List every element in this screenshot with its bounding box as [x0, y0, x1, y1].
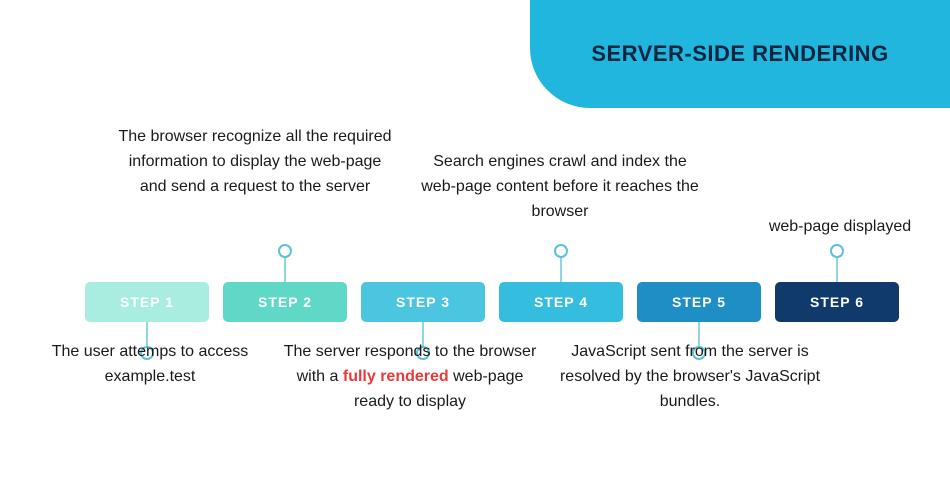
page-title: SERVER-SIDE RENDERING: [591, 41, 888, 67]
annotation-step-1: The user attemps to access example.test: [50, 340, 250, 390]
step-1-label: STEP 1: [120, 294, 174, 310]
annotation-step-4: Search engines crawl and index the web-p…: [420, 150, 700, 224]
step-4: STEP 4: [499, 282, 623, 322]
connector-icon: [284, 250, 286, 282]
step-1: STEP 1: [85, 282, 209, 322]
step-2: STEP 2: [223, 282, 347, 322]
step-6: STEP 6: [775, 282, 899, 322]
annotation-step-2: The browser recognize all the required i…: [115, 125, 395, 199]
annotation-step-6: web-page displayed: [720, 215, 950, 240]
step-5-label: STEP 5: [672, 294, 726, 310]
step-6-label: STEP 6: [810, 294, 864, 310]
step-5: STEP 5: [637, 282, 761, 322]
annotation-step-5: JavaScript sent from the server is resol…: [555, 340, 825, 414]
timeline: STEP 1 STEP 2 STEP 3 STEP 4 STEP 5 STEP …: [85, 282, 899, 322]
step-4-label: STEP 4: [534, 294, 588, 310]
connector-icon: [560, 250, 562, 282]
step-2-label: STEP 2: [258, 294, 312, 310]
step-3-label: STEP 3: [396, 294, 450, 310]
annotation-step-3: The server responds to the browser with …: [275, 340, 545, 414]
header-tab: SERVER-SIDE RENDERING: [530, 0, 950, 108]
step-3: STEP 3: [361, 282, 485, 322]
connector-icon: [836, 250, 838, 282]
annotation-step-3-highlight: fully rendered: [343, 368, 449, 385]
